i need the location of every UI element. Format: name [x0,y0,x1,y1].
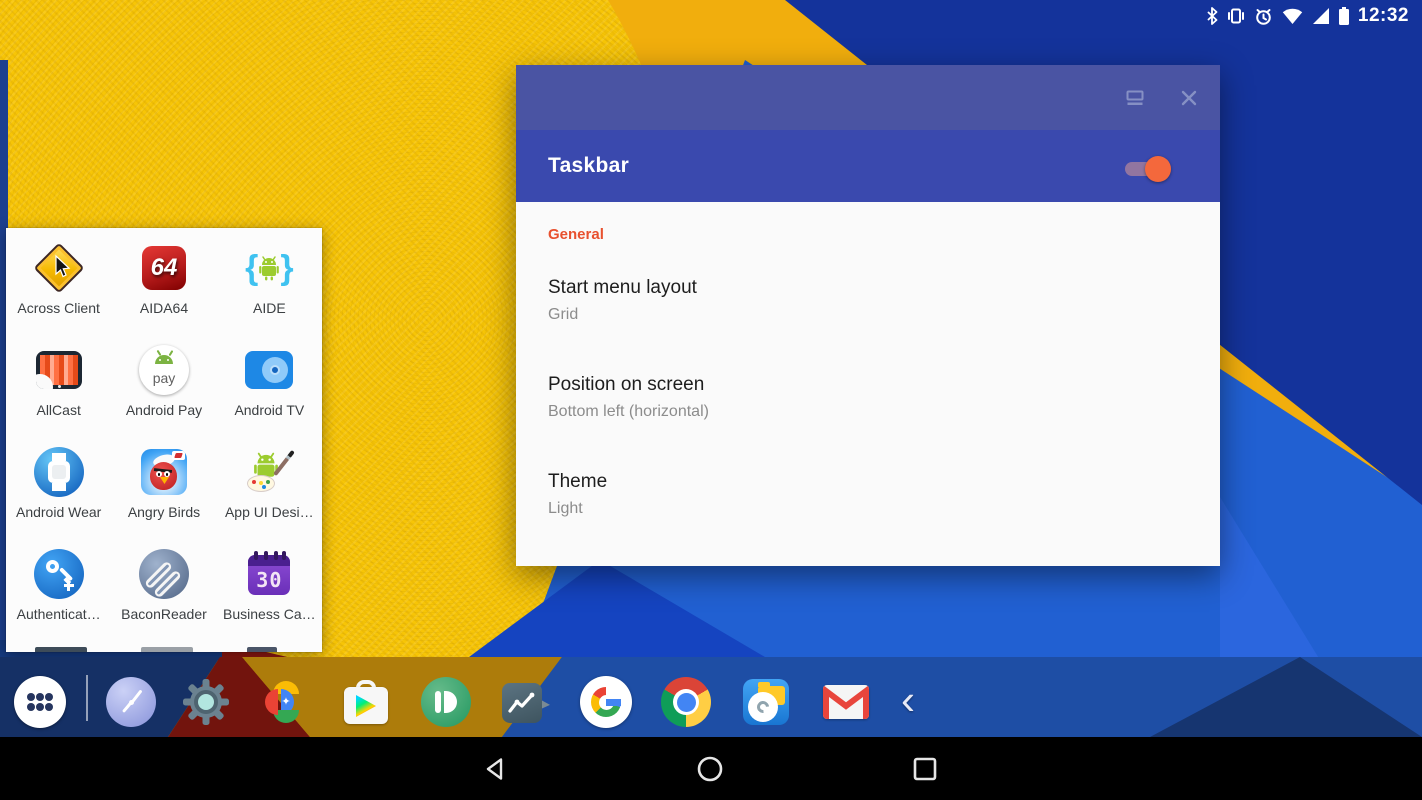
settings-gear-icon[interactable] [180,676,232,728]
google-app-icon[interactable] [580,676,632,728]
taskbar-settings-window: Taskbar General Start menu layout Grid P… [516,65,1220,566]
gmail-icon[interactable] [820,676,872,728]
bottom-taskbar: ✦ [0,657,1422,737]
collapse-taskbar-button[interactable]: ‹ [893,679,923,725]
app-aida64[interactable]: 64 AIDA64 [111,234,216,336]
android-screen: 12:32 Across Client 64 AIDA64 { [0,0,1422,800]
app-android-pay[interactable]: pay Android Pay [111,336,216,438]
app-label: Across Client [17,300,99,316]
app-baconreader[interactable]: BaconReader [111,540,216,642]
window-title: Taskbar [548,154,629,178]
app-grid: Across Client 64 AIDA64 { [6,234,322,652]
app-label: Angry Birds [128,504,200,520]
app-allcast[interactable]: AllCast [6,336,111,438]
app-label: BaconReader [121,606,207,622]
status-time: 12:32 [1358,5,1409,27]
app-ui-designer-icon [243,446,295,498]
alarm-icon [1254,7,1273,26]
chrome-icon[interactable] [660,676,712,728]
maximize-button[interactable] [1122,87,1148,109]
taskbar-enable-toggle[interactable] [1125,156,1171,182]
app-label: Android Pay [126,402,202,418]
app-label: Android TV [234,402,304,418]
recents-button[interactable] [908,752,942,786]
battery-icon [1339,7,1349,25]
window-header: Taskbar [516,130,1220,202]
pref-start-menu-layout[interactable]: Start menu layout Grid [548,276,1188,324]
app-label: Business Ca… [223,606,316,622]
app-label: AllCast [36,402,80,418]
settings-body: General Start menu layout Grid Position … [516,202,1220,566]
partial-app-icon [247,647,277,652]
app-across-client[interactable]: Across Client [6,234,111,336]
bluetooth-icon [1206,7,1218,25]
play-store-icon[interactable] [340,676,392,728]
app-business-calendar[interactable]: 30 Business Ca… [217,540,322,642]
app-label: Authenticat… [17,606,101,622]
app-android-wear[interactable]: Android Wear [6,438,111,540]
wifi-icon [1282,8,1303,25]
aide-icon: { } [243,242,295,294]
back-button[interactable] [478,752,512,786]
pushbullet-icon[interactable] [420,676,472,728]
window-titlebar [516,65,1220,130]
start-button[interactable] [14,676,66,728]
across-client-icon [33,242,85,294]
allcast-icon [33,344,85,396]
android-tv-icon [243,344,295,396]
app-label: App UI Desi… [225,504,314,520]
partial-app-icon [35,647,87,652]
status-bar: 12:32 [1206,0,1422,32]
clock-app-icon[interactable] [105,676,157,728]
android-pay-icon: pay [138,344,190,396]
baconreader-icon [138,548,190,600]
google-primer-icon[interactable] [500,676,552,728]
google-photos-icon[interactable]: ✦ [260,676,312,728]
app-aide[interactable]: { } AIDE [217,234,322,336]
vibrate-icon [1227,7,1245,25]
pref-position-on-screen[interactable]: Position on screen Bottom left (horizont… [548,373,1188,421]
close-icon[interactable] [1176,87,1202,109]
app-app-ui-designer[interactable]: App UI Desi… [217,438,322,540]
angry-birds-icon [138,446,190,498]
section-header: General [548,226,604,243]
android-wear-icon [33,446,85,498]
app-android-tv[interactable]: Android TV [217,336,322,438]
solid-explorer-icon[interactable] [740,676,792,728]
business-calendar-icon: 30 [243,548,295,600]
app-authenticator[interactable]: Authenticat… [6,540,111,642]
home-button[interactable] [693,752,727,786]
app-angry-birds[interactable]: Angry Birds [111,438,216,540]
app-label: AIDA64 [140,300,188,316]
navigation-bar [0,737,1422,800]
aida64-icon: 64 [138,242,190,294]
pref-theme[interactable]: Theme Light [548,470,1188,518]
app-label: AIDE [253,300,286,316]
signal-icon [1312,8,1330,25]
start-menu: Across Client 64 AIDA64 { [6,228,322,652]
taskbar-divider [86,675,88,721]
partial-app-icon [141,647,193,652]
authenticator-icon [33,548,85,600]
app-label: Android Wear [16,504,101,520]
